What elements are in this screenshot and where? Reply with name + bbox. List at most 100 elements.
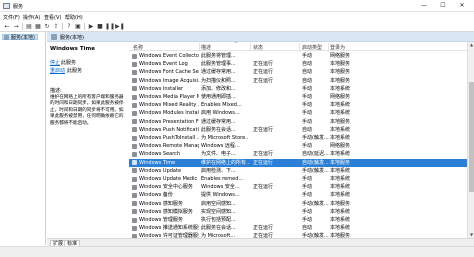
services-list: 名称 ^ 描述 状态 启动类型 登录为 Windows Event Collec… — [129, 42, 474, 238]
service-row[interactable]: Windows Search 为文件、电子... 正在运行 自动(延迟... 本地系统 — [129, 150, 474, 158]
toolbar: ← → ▤ ▦ ↻ ⇪ ? ▣ ▶ ■ ❚❚ ▶❚ — [0, 21, 474, 32]
menu-action[interactable]: 操作(A) — [23, 14, 40, 21]
service-description-cell: 添加、修改和... — [201, 85, 236, 92]
service-startup-type-cell: 手动 — [302, 110, 313, 117]
service-description-cell: Windows 安全... — [201, 184, 240, 191]
service-name-cell: Windows Search — [139, 151, 181, 158]
stop-service-icon[interactable]: ■ — [96, 23, 104, 30]
stop-service-link[interactable]: 停止 — [50, 59, 60, 66]
panel-header: 服务(本地) — [47, 32, 474, 42]
gear-icon — [132, 209, 137, 215]
service-name-cell: Windows Installer — [139, 85, 184, 92]
tree-item-services-local[interactable]: 服务(本地) — [2, 34, 38, 41]
service-row[interactable]: Windows Time 维护在网络上的所有... 正在运行 自动(触发... 本地服务 — [129, 158, 474, 167]
service-startup-type-cell: 自动 — [302, 77, 313, 84]
description-text: 维护在网络上的所有客户端和服务器的时间和日期同步。如果此服务被停止，时间和日期的… — [50, 95, 124, 126]
forward-arrow-icon[interactable]: → — [12, 23, 20, 30]
service-row[interactable]: Windows Update 启用检测、下... 手动(触发... 本地系统 — [129, 167, 474, 175]
service-description-cell: 为扫描仪和照... — [201, 77, 236, 84]
service-description-cell: 此服务在会话... — [201, 126, 236, 133]
service-name-cell: Windows Update — [139, 167, 182, 174]
gear-icon — [132, 135, 137, 141]
back-arrow-icon[interactable]: ← — [3, 23, 11, 30]
service-logon-cell: 本地系统 — [330, 167, 351, 174]
column-header-description[interactable]: 描述 — [201, 44, 211, 51]
restart-service-link[interactable]: 重启动 — [50, 67, 65, 74]
service-startup-type-cell: 自动 — [302, 126, 313, 133]
service-row[interactable]: Windows Media Player N... 使用通用即插... 手动 网络服务 — [129, 93, 474, 101]
service-status-cell: 正在运行 — [253, 159, 274, 166]
column-divider[interactable] — [199, 43, 200, 50]
service-logon-cell: 本地系统 — [330, 85, 351, 92]
service-logon-cell: 本地系统 — [330, 102, 351, 109]
service-row[interactable]: Windows Mixed Reality ... Enables Mixed..… — [129, 101, 474, 109]
column-divider[interactable] — [299, 43, 300, 50]
service-name-cell: Windows Event Log — [139, 61, 188, 68]
service-logon-cell: 网络服务 — [330, 53, 351, 59]
gear-icon — [132, 225, 137, 231]
service-row[interactable]: Windows Font Cache Ser... 通过缓存常用... 正在运行 自动… — [129, 68, 474, 76]
service-row[interactable]: Windows Event Log 此服务管理事... 正在运行 自动 本地服务 — [129, 60, 474, 68]
gear-icon — [132, 143, 137, 149]
service-row[interactable]: Windows PushToInstall ... 为 Microsoft Sto… — [129, 134, 474, 142]
service-row[interactable]: Windows Image Acquisi... 为扫描仪和照... 正在运行 自动 本… — [129, 77, 474, 85]
service-row[interactable]: Windows 感知服务 启用空间感知... 手动(触发... 本地服务 — [129, 200, 474, 208]
properties-icon[interactable]: ▣ — [74, 23, 82, 30]
export-list-icon[interactable]: ⇪ — [52, 23, 60, 30]
column-header-status[interactable]: 状态 — [253, 44, 263, 51]
service-logon-cell: 本地系统 — [330, 110, 351, 117]
service-name-cell: Windows 推送通知系统服务 — [139, 225, 199, 232]
menu-help[interactable]: 帮助(H) — [65, 14, 83, 21]
service-row[interactable]: Windows 备份 提供 Windows... 手动 本地系统 — [129, 191, 474, 199]
column-divider[interactable] — [250, 43, 251, 50]
menu-view[interactable]: 查看(V) — [44, 14, 61, 21]
service-row[interactable]: Windows Update Medic ... Enables remed...… — [129, 175, 474, 183]
scroll-up-icon[interactable]: ▲ — [468, 42, 474, 48]
service-name-cell: Windows 感知服务 — [139, 200, 183, 207]
gear-icon — [132, 127, 137, 133]
list-view-icon[interactable]: ▦ — [34, 23, 42, 30]
maximize-button[interactable]: ☐ — [437, 1, 449, 11]
service-row[interactable]: Windows Modules Install... 启用 Windows... 手… — [129, 109, 474, 117]
tree-item-label: 服务(本地) — [11, 35, 35, 41]
column-header-log-on-as[interactable]: 登录为 — [330, 44, 345, 51]
service-description-cell: 此服务管理事... — [201, 61, 236, 68]
close-button[interactable]: ✕ — [456, 1, 468, 11]
service-name-cell: Windows PushToInstall ... — [139, 135, 199, 141]
service-row[interactable]: Windows Push Notificati... 此服务在会话... 正在运行 自… — [129, 126, 474, 134]
console-tree-icon[interactable]: ▤ — [25, 23, 33, 30]
service-description-cell: 通过缓存常用... — [201, 118, 236, 125]
gear-icon — [132, 94, 137, 100]
service-row[interactable]: Windows Presentation Fo...通过缓存常用... 手动 本地服… — [129, 118, 474, 126]
scroll-thumb[interactable] — [469, 82, 474, 192]
restart-service-icon[interactable]: ▶❚ — [115, 23, 125, 30]
service-row[interactable]: Windows Remote Manag... Windows 远程... 手动 网络… — [129, 142, 474, 150]
column-header-startup-type[interactable]: 启动类型 — [302, 44, 322, 51]
service-startup-type-cell: 自动(触发... — [302, 159, 329, 166]
pause-service-icon[interactable]: ❚❚ — [105, 23, 115, 30]
service-status-cell: 正在运行 — [253, 225, 274, 232]
service-startup-type-cell: 手动 — [302, 53, 313, 59]
service-startup-type-cell: 手动 — [302, 208, 313, 215]
service-status-cell: 正在运行 — [253, 61, 274, 68]
service-row[interactable]: Windows 管理服务 执行包括预配... 手动 本地系统 — [129, 216, 474, 224]
service-startup-type-cell: 手动 — [302, 102, 313, 109]
service-row[interactable]: Windows 安全中心服务 Windows 安全... 正在运行 手动 本地系统 — [129, 183, 474, 191]
column-header-name[interactable]: 名称 — [133, 44, 143, 51]
selected-service-name: Windows Time — [50, 46, 95, 52]
service-row[interactable]: Windows 推送通知系统服务 此服务在会话... 正在运行 自动 本地系统 — [129, 224, 474, 232]
service-row[interactable]: Windows 感知模拟服务 实现空间感知... 手动 本地系统 — [129, 208, 474, 216]
menu-file[interactable]: 文件(F) — [3, 14, 20, 21]
help-icon[interactable]: ? — [65, 23, 73, 30]
start-service-icon[interactable]: ▶ — [87, 23, 95, 30]
service-description-cell: 为 Microsoft Store... — [201, 135, 249, 141]
gear-icon — [132, 217, 137, 223]
column-divider[interactable] — [328, 43, 329, 50]
service-startup-type-cell: 手动 — [302, 85, 313, 92]
vertical-scrollbar[interactable]: ▲ ▼ — [467, 42, 474, 238]
service-name-cell: Windows Modules Install... — [139, 110, 199, 117]
service-row[interactable]: Windows Event Collector 此服务将管理... 手动 网络服务 — [129, 52, 474, 60]
minimize-button[interactable]: — — [418, 1, 430, 11]
refresh-icon[interactable]: ↻ — [43, 23, 51, 30]
service-row[interactable]: Windows Installer 添加、修改和... 手动 本地系统 — [129, 85, 474, 93]
